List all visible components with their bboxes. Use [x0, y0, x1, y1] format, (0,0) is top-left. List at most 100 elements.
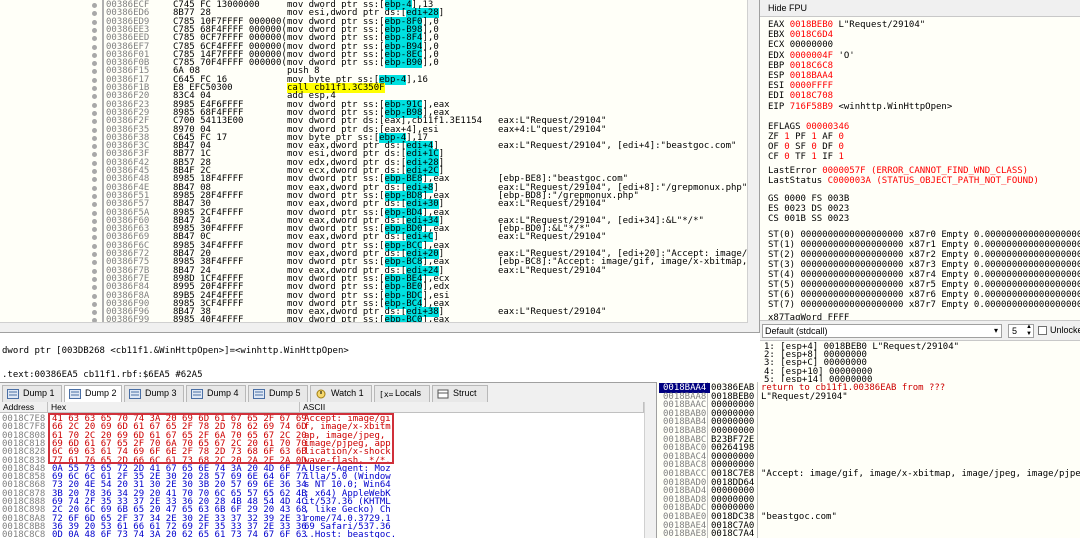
dump-vertical-scrollbar[interactable]	[644, 402, 656, 538]
register-value[interactable]: 0018BAA4	[790, 71, 833, 81]
breakpoint-dot-icon[interactable]	[92, 27, 97, 33]
arg-count-spinner[interactable]: 5 ▲ ▼	[1008, 324, 1034, 338]
spinner-arrows-icon: ▲ ▼	[1026, 324, 1032, 337]
calling-convention-select[interactable]: Default (stdcall) ▾	[762, 324, 1002, 338]
segment-value[interactable]: 0000	[784, 194, 806, 204]
flag-value[interactable]: 0	[784, 152, 789, 162]
flag-value[interactable]: 1	[811, 152, 816, 162]
breakpoint-dot-icon[interactable]	[92, 293, 97, 299]
flag-value[interactable]: 0	[811, 142, 816, 152]
register-value[interactable]: 0000FFFF	[790, 81, 833, 91]
tab-dump-5[interactable]: Dump 5	[248, 385, 308, 402]
lasterror-name: LastError	[768, 166, 817, 176]
fpu-register-line[interactable]: ST(3) 0000000000000000000 x87r3 Empty 0.…	[768, 260, 1080, 271]
disassembly-vertical-scrollbar[interactable]	[747, 0, 759, 332]
breakpoint-dot-icon[interactable]	[92, 243, 97, 249]
flag-value[interactable]: 0	[838, 142, 843, 152]
tab-watch-1[interactable]: Watch 1	[310, 385, 372, 402]
breakpoint-dot-icon[interactable]	[92, 19, 97, 25]
stack-row[interactable]: 0018BAE8 0018C7A4	[657, 529, 1080, 538]
flag-value[interactable]: 0	[784, 142, 789, 152]
segment-value[interactable]: 003B	[828, 194, 850, 204]
breakpoint-dot-icon[interactable]	[92, 110, 97, 116]
breakpoint-dot-icon[interactable]	[92, 202, 97, 208]
hide-fpu-button[interactable]: Hide FPU	[760, 0, 1080, 17]
tab-dump-3[interactable]: Dump 3	[124, 385, 184, 402]
dump-header-ascii[interactable]: ASCII	[300, 402, 644, 413]
register-value[interactable]: 0000004F	[790, 51, 833, 61]
hex-dump-pane[interactable]: Address Hex ASCII 0018C7E8 41 63 63 65 70…	[0, 402, 656, 538]
breakpoint-dot-icon[interactable]	[92, 268, 97, 274]
breakpoint-dot-icon[interactable]	[92, 235, 97, 241]
breakpoint-dot-icon[interactable]	[92, 61, 97, 67]
tab-dump-1[interactable]: Dump 1	[2, 385, 62, 402]
flag-value[interactable]: 0	[838, 132, 843, 142]
tab-struct[interactable]: Struct	[432, 385, 488, 402]
breakpoint-dot-icon[interactable]	[92, 119, 97, 125]
breakpoint-dot-icon[interactable]	[92, 276, 97, 282]
breakpoint-dot-icon[interactable]	[92, 3, 97, 8]
breakpoint-dot-icon[interactable]	[92, 177, 97, 183]
breakpoint-dot-icon[interactable]	[92, 11, 97, 17]
breakpoint-dot-icon[interactable]	[92, 52, 97, 58]
breakpoint-dot-icon[interactable]	[92, 44, 97, 50]
calling-convention-bar: Default (stdcall) ▾ 5 ▲▼ Unlocked	[760, 320, 1080, 340]
register-value[interactable]: 00000000	[790, 40, 833, 50]
breakpoint-dot-icon[interactable]	[92, 227, 97, 233]
register-line: ESI 0000FFFF	[768, 81, 844, 92]
flag-value[interactable]: 1	[838, 152, 843, 162]
segment-value[interactable]: 0023	[828, 214, 850, 224]
breakpoint-dot-icon[interactable]	[92, 252, 97, 257]
fpu-register-line[interactable]: ST(5) 0000000000000000000 x87r5 Empty 0.…	[768, 280, 1080, 291]
breakpoint-dot-icon[interactable]	[92, 152, 97, 158]
segment-value[interactable]: 001B	[784, 214, 806, 224]
breakpoint-dot-icon[interactable]	[92, 77, 97, 83]
breakpoint-dot-icon[interactable]	[92, 86, 97, 91]
breakpoint-dot-icon[interactable]	[92, 193, 97, 199]
disassembly-pane[interactable]: 00386ECF C745 FC 13000000 mov dword ptr ss…	[0, 0, 760, 332]
dump-header-hex[interactable]: Hex	[48, 402, 300, 413]
eflags-value[interactable]: 00000346	[806, 122, 849, 132]
unlocked-checkbox[interactable]	[1038, 326, 1047, 335]
breakpoint-dot-icon[interactable]	[92, 260, 97, 266]
breakpoint-dot-icon[interactable]	[92, 210, 97, 216]
breakpoint-dot-icon[interactable]	[92, 94, 97, 100]
breakpoint-dot-icon[interactable]	[92, 310, 97, 316]
eip-value[interactable]: 716F58B9	[790, 102, 833, 112]
fpu-register-line[interactable]: ST(7) 0000000000000000000 x87r7 Empty 0.…	[768, 300, 1080, 311]
dump-address: 0018C8C8	[2, 530, 46, 538]
breakpoint-dot-icon[interactable]	[92, 69, 97, 75]
flag-value[interactable]: 1	[811, 132, 816, 142]
breakpoint-dot-icon[interactable]	[92, 160, 97, 166]
fpu-register-line[interactable]: ST(6) 0000000000000000000 x87r6 Empty 0.…	[768, 290, 1080, 301]
register-value[interactable]: 0018C708	[790, 91, 833, 101]
flag-value[interactable]: 1	[784, 132, 789, 142]
breakpoint-dot-icon[interactable]	[92, 135, 97, 141]
tab-dump-4[interactable]: Dump 4	[186, 385, 246, 402]
stack-argument-line[interactable]: 5: [esp+14] 00000000	[764, 375, 872, 382]
segment-value[interactable]: 0023	[784, 204, 806, 214]
tab-dump-2[interactable]: Dump 2	[64, 385, 122, 402]
breakpoint-dot-icon[interactable]	[92, 169, 97, 174]
segment-value[interactable]: 0023	[828, 204, 850, 214]
dump-header-address[interactable]: Address	[0, 402, 48, 413]
disassembly-horizontal-scrollbar[interactable]	[0, 322, 748, 332]
dump-row[interactable]: 0018C8C8 0D 0A 48 6F 73 74 3A 20 62 65 61…	[0, 530, 656, 538]
breakpoint-dot-icon[interactable]	[92, 301, 97, 307]
register-value[interactable]: 0018BEB0	[790, 20, 833, 30]
stack-pane[interactable]: 0018BAA4 00386EAB return to cb11f1.00386EA…	[656, 382, 1080, 538]
breakpoint-dot-icon[interactable]	[92, 285, 97, 291]
breakpoint-dot-icon[interactable]	[92, 218, 97, 224]
fpu-register-line[interactable]: ST(4) 0000000000000000000 x87r4 Empty 0.…	[768, 270, 1080, 281]
tab-locals[interactable]: [x=]Locals	[374, 385, 430, 402]
breakpoint-dot-icon[interactable]	[92, 102, 97, 108]
fpu-register-line[interactable]: ST(2) 0000000000000000000 x87r2 Empty 0.…	[768, 250, 1080, 261]
breakpoint-dot-icon[interactable]	[92, 144, 97, 150]
breakpoint-dot-icon[interactable]	[92, 127, 97, 133]
breakpoint-dot-icon[interactable]	[92, 36, 97, 42]
breakpoint-dot-icon[interactable]	[92, 185, 97, 191]
register-value[interactable]: 0018C6D4	[790, 30, 833, 40]
fpu-register-line[interactable]: ST(1) 0000000000000000000 x87r1 Empty 0.…	[768, 240, 1080, 251]
fpu-register-line[interactable]: ST(0) 0000000000000000000 x87r0 Empty 0.…	[768, 230, 1080, 241]
register-value[interactable]: 0018C6C8	[790, 61, 833, 71]
